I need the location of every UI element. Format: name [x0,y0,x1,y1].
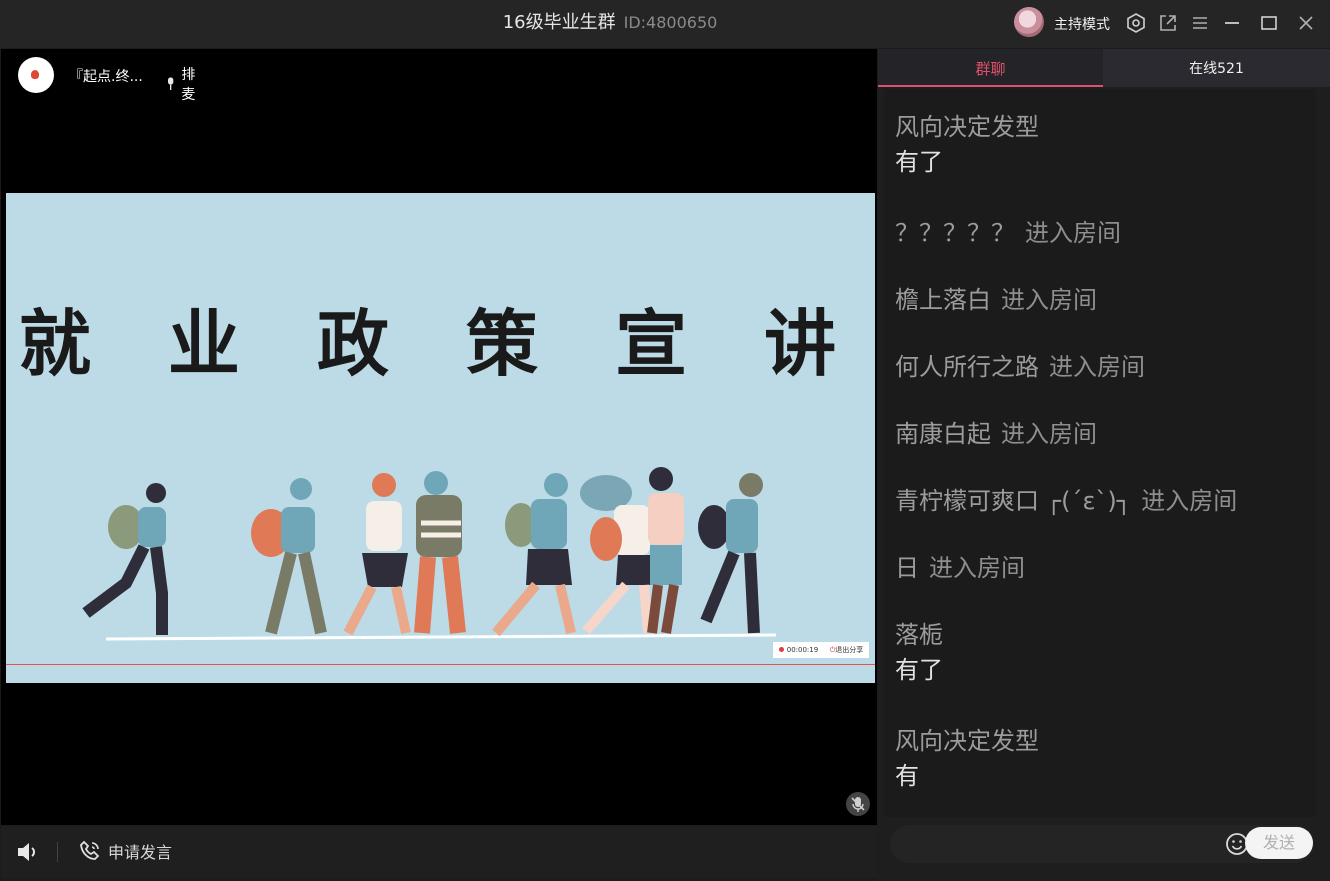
message-sender[interactable]: ？？？？？ [895,219,1015,247]
close-icon[interactable] [1295,12,1317,34]
list-item: 落栀 有了 [895,615,943,685]
host-mode-button[interactable]: 主持模式 [1054,14,1110,34]
list-item: 青柠檬可爽口 ┌(´ε`)┐ 进入房间 [895,481,1237,516]
list-item: ？？？？？ 进入房间 [895,213,1121,248]
list-item: 南康白起 进入房间 [895,414,1097,449]
room-logo[interactable] [18,57,54,93]
join-notice: 进入房间 [1141,487,1238,515]
message-sender[interactable]: 何人所行之路 [895,353,1039,381]
tab-group-chat[interactable]: 群聊 [878,49,1103,87]
join-notice: 进入房间 [1001,420,1097,448]
message-sender[interactable]: 风向决定发型 [895,107,1039,142]
message-text: 有 [895,762,919,790]
list-item: 风向决定发型 有 [895,721,1039,791]
record-time-group: 00:00:19 [778,646,819,654]
chat-input-field[interactable]: 发送 [890,825,1314,863]
list-item: 日进入房间 [895,548,1025,583]
join-notice: 进入房间 [929,554,1025,582]
students-illustration [82,467,777,641]
message-sender[interactable]: 落栀 [895,615,943,650]
list-item: 何人所行之路 进入房间 [895,347,1145,382]
message-sender[interactable]: 青柠檬可爽口 ┌(´ε`)┐ [895,487,1131,515]
message-sender[interactable]: 风向决定发型 [895,721,1039,756]
panel-tabs: 群聊 在线521 [878,49,1330,87]
room-name[interactable]: 『起点.终... [69,66,143,86]
message-list[interactable]: 风向决定发型 有了 ？？？？？ 进入房间 檐上落白 进入房间 何人所行之路 进入房间 … [884,89,1316,817]
join-notice: 进入房间 [1001,286,1097,314]
apply-speak-label: 申请发言 [108,843,173,862]
popout-icon[interactable] [1157,12,1179,34]
toolbar-divider [57,842,58,862]
group-name: 16级毕业生群 [502,12,616,33]
microphone-icon [167,77,174,90]
mic-muted-icon[interactable] [846,792,870,816]
title-bar: 16级毕业生群 ID:4800650 主持模式 [0,0,1330,48]
message-sender[interactable]: 日 [895,554,919,582]
bottom-toolbar: 申请发言 [1,826,877,878]
join-notice: 进入房间 [1025,219,1121,247]
speaker-icon[interactable] [15,839,41,865]
recording-indicator[interactable]: 00:00:19 ⏻退出分享 [773,642,869,658]
video-area: 『起点.终... 排麦 就 业 政 策 宣 讲 00:00:19 ⏻退出分享 [1,49,877,825]
record-dot-icon [778,647,784,652]
message-text: 有了 [895,656,943,684]
menu-icon[interactable] [1189,12,1211,34]
chat-panel: 群聊 在线521 风向决定发型 有了 ？？？？？ 进入房间 檐上落白 进入房间 何人… [878,49,1330,881]
group-id: ID:4800650 [623,13,718,32]
mic-queue-button[interactable]: 排麦 [166,64,200,104]
message-text: 有了 [895,148,943,176]
phone-icon [80,840,100,860]
exit-share-label: 退出分享 [835,646,864,654]
message-sender[interactable]: 檐上落白 [895,286,991,314]
send-button[interactable]: 发送 [1245,827,1313,859]
list-item: 檐上落白 进入房间 [895,280,1097,315]
join-notice: 进入房间 [1049,353,1145,381]
shared-slide: 就 业 政 策 宣 讲 00:00:19 ⏻退出分享 [6,193,875,683]
settings-hex-icon[interactable] [1125,12,1147,34]
list-item: 风向决定发型 有了 [895,107,1039,177]
maximize-icon[interactable] [1258,12,1280,34]
host-avatar[interactable] [1014,7,1044,37]
slide-title: 就 业 政 策 宣 讲 [18,301,863,386]
mic-queue-label: 排麦 [181,67,196,103]
minimize-icon[interactable] [1221,12,1243,34]
exit-share-button[interactable]: ⏻退出分享 [830,645,864,655]
apply-speak-button[interactable]: 申请发言 [78,839,172,863]
message-sender[interactable]: 南康白起 [895,420,991,448]
progress-line [6,664,875,665]
tab-online-users[interactable]: 在线521 [1103,49,1330,87]
record-time: 00:00:19 [786,646,819,654]
